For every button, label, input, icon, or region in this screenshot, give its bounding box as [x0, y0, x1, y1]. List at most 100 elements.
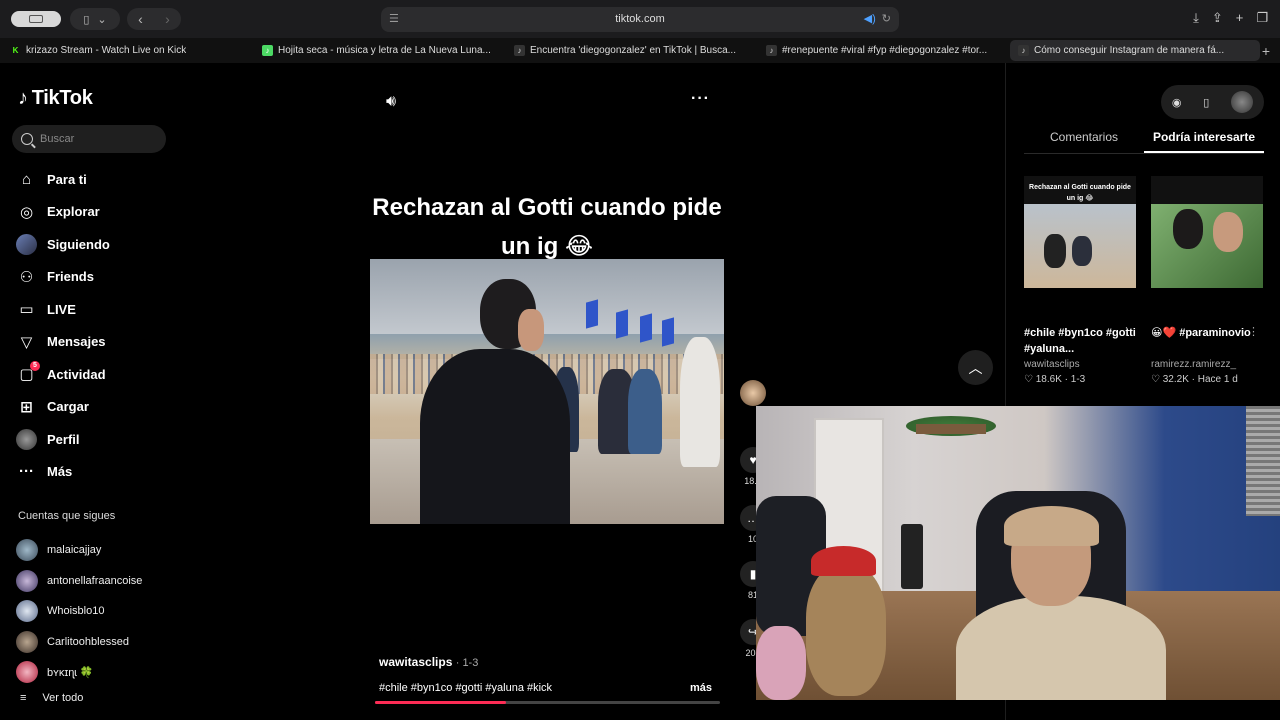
sidebar-toggle-button[interactable]: ▯ ⌄: [70, 8, 120, 30]
nav-siguiendo[interactable]: Siguiendo: [16, 228, 110, 261]
more-options-icon[interactable]: ···: [691, 90, 710, 108]
tab-overview-icon[interactable]: ❐: [1256, 10, 1268, 26]
video-thumbnail: [1151, 176, 1263, 288]
nav-cargar[interactable]: ⊞ Cargar: [16, 391, 110, 424]
video-date: · 1-3: [455, 657, 479, 669]
hoodie: [956, 596, 1166, 700]
logo-text: TikTok: [31, 87, 93, 109]
webcam-pink-plush: [756, 626, 806, 700]
toolbar-actions: ⤓ ⇪ + ❐: [1193, 10, 1268, 26]
jacket: [420, 349, 570, 524]
card-title: 😀❤️ #paraminovio: [1151, 327, 1251, 339]
thumbnail-image: [1024, 204, 1136, 288]
nav-perfil[interactable]: Perfil: [16, 423, 110, 456]
nav-friends[interactable]: ⚇ Friends: [16, 261, 110, 294]
cap: [1004, 506, 1099, 546]
nav-label: Mensajes: [47, 334, 106, 350]
nav-para-ti[interactable]: ⌂ Para ti: [16, 163, 110, 196]
forward-icon[interactable]: ›: [165, 11, 170, 27]
avatar: [16, 661, 38, 684]
video-hashtags[interactable]: #chile #byn1co #gotti #yaluna #kick: [379, 682, 552, 694]
see-all-button[interactable]: ≡ Ver todo: [20, 692, 83, 704]
video-author[interactable]: wawitasclips · 1-3: [379, 655, 478, 669]
volume-icon[interactable]: 🔊︎: [386, 93, 396, 111]
reload-icon[interactable]: ↻: [882, 13, 891, 25]
audio-playing-icon[interactable]: ◀): [864, 13, 876, 25]
compass-icon: ◎: [19, 203, 34, 221]
search-icon: [21, 133, 33, 145]
back-icon[interactable]: ‹: [138, 11, 143, 27]
profile-avatar[interactable]: [1231, 91, 1254, 113]
more-link[interactable]: más: [690, 682, 712, 694]
list-icon: ≡: [20, 692, 27, 704]
window-switcher-icon[interactable]: [11, 11, 61, 27]
upload-icon: ⊞: [20, 398, 33, 416]
card-title: #chile #byn1co #gotti #yaluna...: [1024, 327, 1136, 355]
tiktok-logo[interactable]: ♪ TikTok: [18, 87, 93, 110]
add-tab-icon[interactable]: +: [1262, 43, 1270, 59]
share-icon[interactable]: ⇪: [1212, 10, 1223, 26]
nav-mas[interactable]: ··· Más: [16, 456, 110, 489]
following-avatar-icon: [16, 233, 37, 255]
video-frame-flag: [616, 309, 628, 339]
tab-kick[interactable]: K krizazo Stream - Watch Live on Kick: [2, 40, 252, 61]
author-name: wawitasclips: [379, 655, 453, 669]
following-item[interactable]: antonellafraancoise: [16, 566, 142, 597]
thumbnail-title: Rechazan al Gotti cuando pide un ig 😂: [1029, 184, 1131, 202]
creator-avatar[interactable]: [740, 380, 766, 406]
see-all-label: Ver todo: [42, 692, 84, 704]
kebab-icon[interactable]: ⋮: [1121, 325, 1132, 338]
search-input[interactable]: Buscar: [12, 125, 166, 153]
video-frame-flag: [586, 299, 598, 329]
following-title: Cuentas que sigues: [18, 510, 116, 522]
tiktok-icon: ♪: [766, 45, 777, 56]
video-player[interactable]: [370, 259, 724, 524]
nav-live[interactable]: ▭ LIVE: [16, 293, 110, 326]
following-item[interactable]: Whoisblo10: [16, 596, 142, 627]
following-list: malaicajjay antonellafraancoise Whoisblo…: [16, 535, 142, 688]
following-name: antonellafraancoise: [47, 574, 143, 587]
card-stats: ♡ 18.6K · 1-3: [1024, 374, 1086, 385]
tab-title: Cómo conseguir Instagram de manera fá...: [1034, 45, 1225, 56]
video-progress-bar[interactable]: [375, 701, 720, 704]
page-settings-icon[interactable]: ☰: [389, 7, 399, 32]
avatar: [16, 539, 38, 562]
browser-toolbar: ▯ ⌄ ‹ › ☰ tiktok.com ◀) ↻ ⤓ ⇪ + ❐: [0, 0, 1280, 38]
tiktok-icon: ♪: [1018, 45, 1029, 56]
tab-active-instagram[interactable]: ♪ Cómo conseguir Instagram de manera fá.…: [1010, 40, 1260, 61]
following-name: Carlitoohblessed: [47, 635, 129, 648]
tab-hojita-seca[interactable]: ♪ Hojita seca - música y letra de La Nue…: [254, 40, 504, 61]
suggested-video-card[interactable]: Rechazan al Gotti cuando pide un ig 😂 #c…: [1024, 176, 1136, 385]
card-author: wawitasclips: [1024, 359, 1080, 370]
face: [518, 309, 544, 351]
following-item[interactable]: bʏκɪɳɩ 🍀: [16, 657, 142, 688]
video-thumbnail: Rechazan al Gotti cuando pide un ig 😂: [1024, 176, 1136, 288]
following-item[interactable]: Carlitoohblessed: [16, 627, 142, 658]
previous-video-button[interactable]: ︿: [958, 350, 993, 385]
nav-label: LIVE: [47, 301, 76, 317]
nav-label: Friends: [47, 269, 94, 285]
following-item[interactable]: malaicajjay: [16, 535, 142, 566]
tiktok-sidebar: ♪ TikTok Buscar ⌂ Para ti ◎ Explorar Sigui…: [0, 63, 180, 720]
live-icon: ▭: [19, 301, 34, 319]
tab-podria-interesarte[interactable]: Podría interesarte: [1144, 126, 1264, 153]
suggested-video-card[interactable]: 😀❤️ #paraminovio ramirezz.ramirezz_ ♡ 32…: [1151, 176, 1263, 385]
compass-icon[interactable]: ◉: [1172, 96, 1182, 109]
new-tab-icon[interactable]: +: [1236, 10, 1244, 26]
nav-actividad[interactable]: ▢ 5 Actividad: [16, 358, 110, 391]
address-bar[interactable]: ☰ tiktok.com ◀) ↻: [381, 7, 899, 32]
tab-comentarios[interactable]: Comentarios: [1024, 126, 1144, 153]
notification-badge: 5: [30, 360, 40, 371]
nav-explorar[interactable]: ◎ Explorar: [16, 196, 110, 229]
tiktok-note-icon: ♪: [18, 87, 28, 109]
nav-label: Perfil: [47, 431, 80, 447]
avatar: [16, 569, 38, 592]
kebab-icon[interactable]: ⋮: [1248, 325, 1259, 338]
following-name: bʏκɪɳɩ 🍀: [47, 666, 94, 679]
tab-tiktok-search[interactable]: ♪ Encuentra 'diegogonzalez' en TikTok | …: [506, 40, 756, 61]
tab-tiktok-hashtags[interactable]: ♪ #renepuente #viral #fyp #diegogonzalez…: [758, 40, 1008, 61]
nav-mensajes[interactable]: ▽ Mensajes: [16, 326, 110, 359]
friends-icon: ⚇: [19, 268, 34, 286]
device-icon[interactable]: ▯: [1203, 96, 1209, 109]
download-icon[interactable]: ⤓: [1193, 10, 1199, 26]
